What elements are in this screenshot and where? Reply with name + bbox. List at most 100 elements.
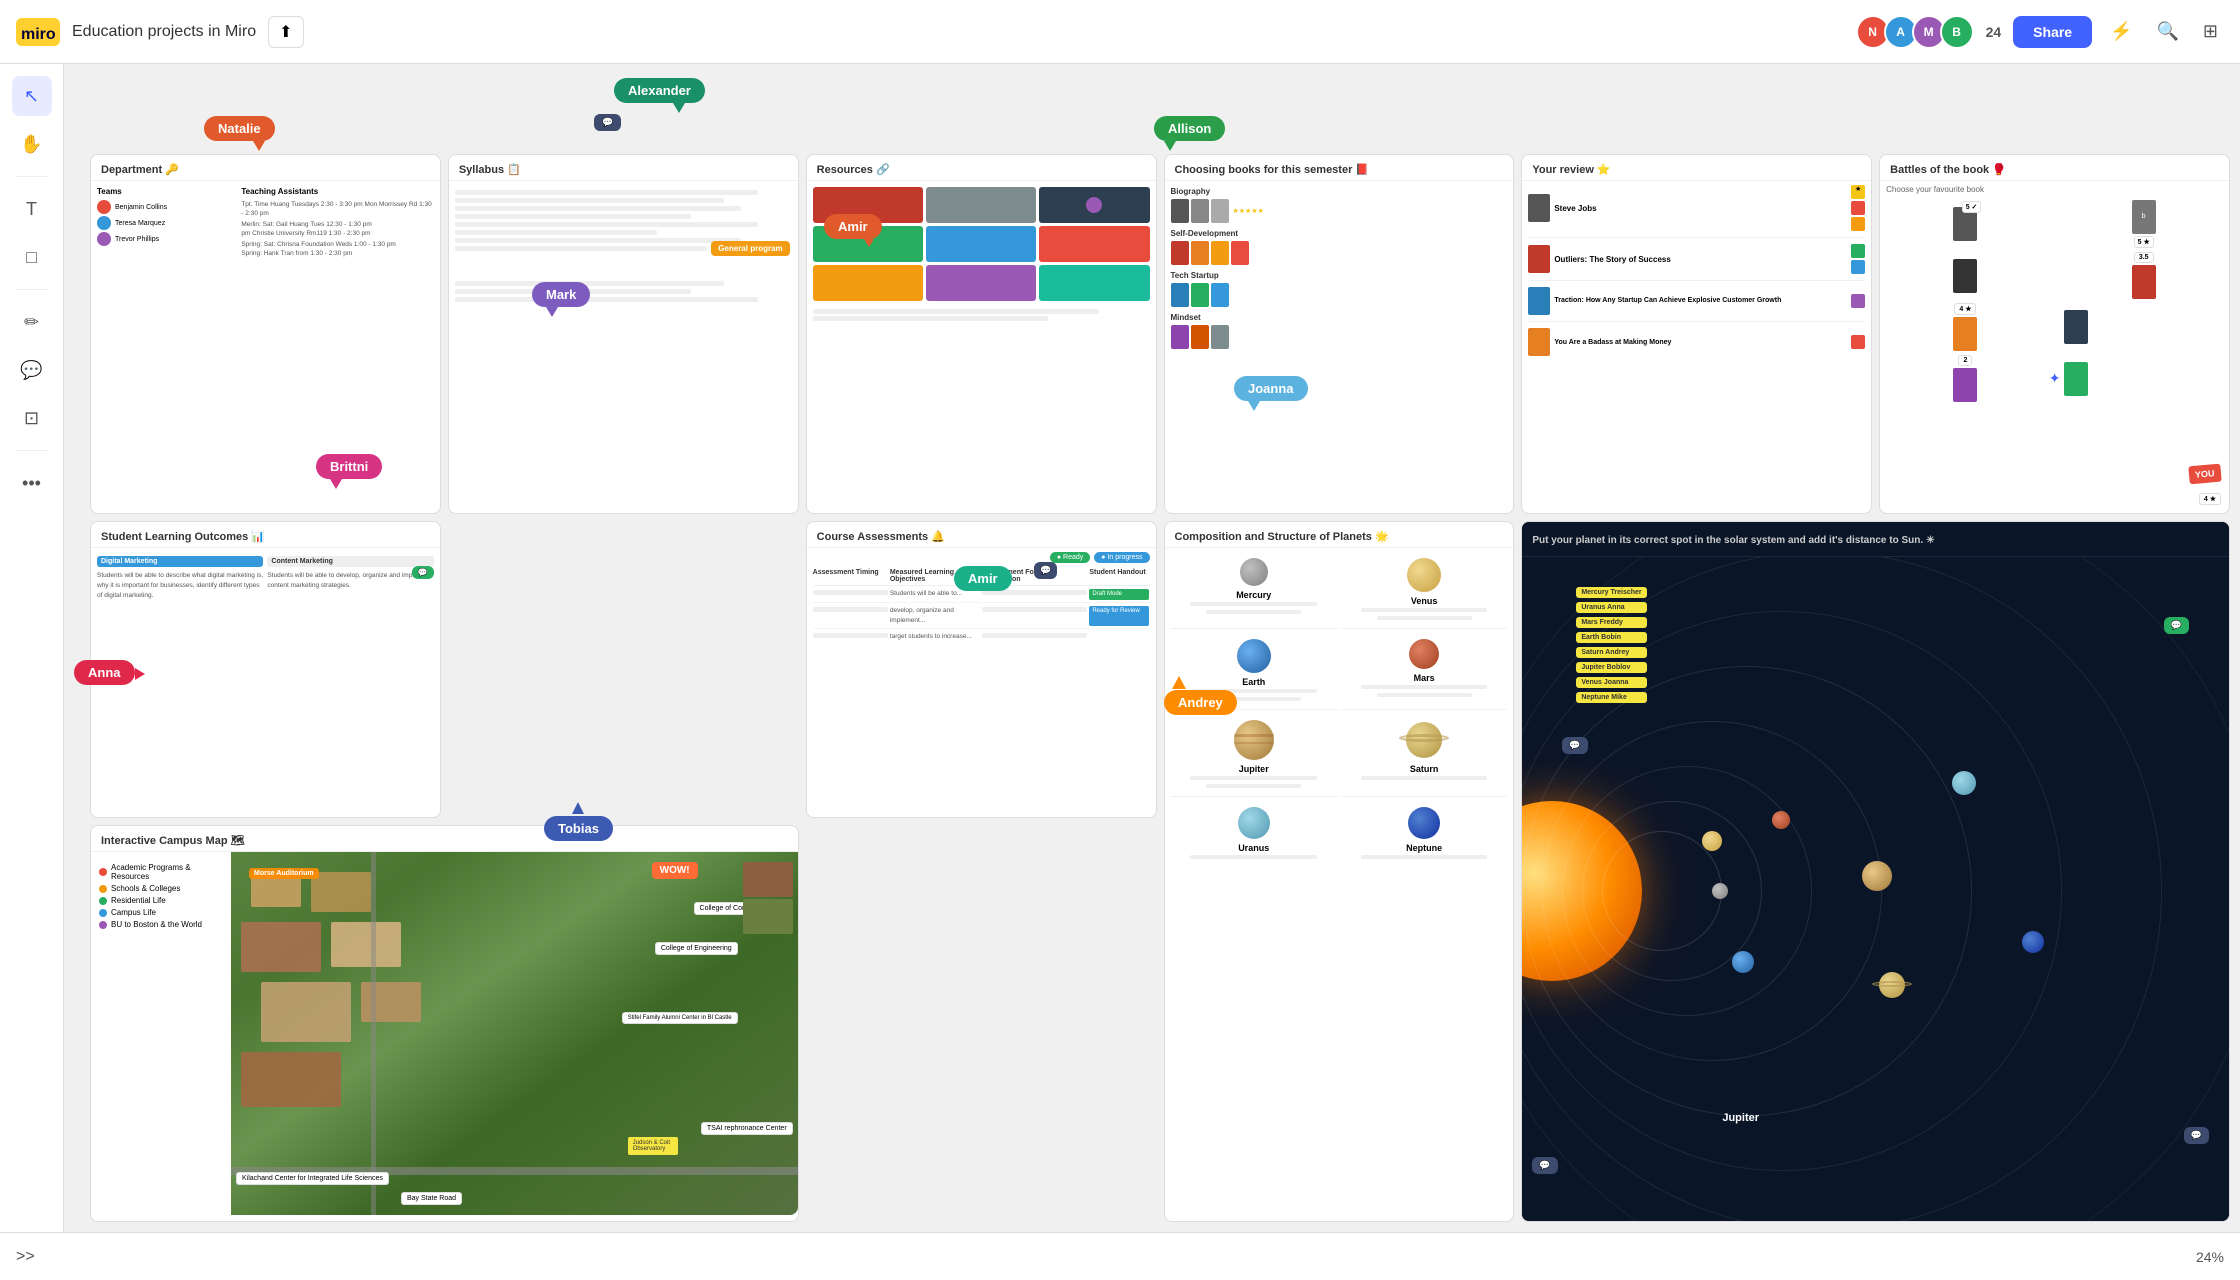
board-your-review[interactable]: Your review ⭐ Steve Jobs ★ <box>1521 154 1872 514</box>
filter-button[interactable]: ⚡ <box>2104 15 2138 48</box>
collapse-button[interactable]: >> <box>16 1248 35 1266</box>
upload-button[interactable]: ⬆ <box>268 16 303 48</box>
board-solar-system[interactable]: Put your planet in its correct spot in t… <box>1521 521 2230 1222</box>
project-title: Education projects in Miro <box>72 23 256 41</box>
board-choosing-books[interactable]: Choosing books for this semester 📕 Biogr… <box>1164 154 1515 514</box>
toolbar-separator-3 <box>16 450 48 451</box>
planet-mercury-solar <box>1712 883 1728 899</box>
resource-img-3 <box>1039 187 1149 223</box>
board-campus-map[interactable]: Interactive Campus Map 🗺 Academic Progra… <box>90 825 799 1222</box>
planet-mars-solar <box>1772 811 1790 829</box>
left-toolbar: ↖ ✋ T □ ✏ 💬 ⊡ ••• <box>0 64 64 1280</box>
bottom-bar: >> 24% <box>0 1232 2240 1280</box>
grid-button[interactable]: ⊞ <box>2197 15 2224 48</box>
resource-img-2 <box>926 187 1036 223</box>
label-kilachand: Kilachand Center for Integrated Life Sci… <box>236 1172 389 1185</box>
rating-4: 4 ★ <box>2199 493 2221 505</box>
battle-row-1-right: b 5 ★ <box>2064 200 2223 248</box>
battles-subtitle: Choose your favourite book <box>1886 185 2223 194</box>
svg-text:miro: miro <box>21 26 56 43</box>
review-badass: You Are a Badass at Making Money <box>1528 328 1865 356</box>
cursor-amir-solar: Amir 💬 <box>954 566 1012 591</box>
planet-neptune-solar <box>2022 931 2044 953</box>
thumb-1 <box>743 862 793 897</box>
thumb-2 <box>743 899 793 934</box>
zoom-level: 24% <box>2196 1249 2224 1265</box>
battle-row-4-right <box>2064 362 2223 396</box>
resource-img-5 <box>926 226 1036 262</box>
empty-col2-row2 <box>448 521 799 818</box>
empty-col3-row3 <box>806 825 1157 1222</box>
course-assessments-title: Course Assessments 🔔 <box>807 522 1156 548</box>
review-outliers: Outliers: The Story of Success <box>1528 244 1865 281</box>
planet-venus-solar <box>1702 831 1722 851</box>
miro-logo[interactable]: miro <box>16 18 60 46</box>
board-department[interactable]: Department 🔑 Teams Benjamin Collins Tere… <box>90 154 441 514</box>
campus-legend: Academic Programs & Resources Schools & … <box>91 852 231 1215</box>
syllabus-tag: General program <box>711 241 789 256</box>
planet-uranus: Uranus <box>1171 801 1337 867</box>
planet-saturn: Saturn <box>1341 714 1507 797</box>
comment-tool[interactable]: 💬 <box>12 350 52 390</box>
planet-jupiter-solar <box>1862 861 1892 891</box>
book-category-mindset: Mindset <box>1171 313 1508 349</box>
battle-row-3-left: 4 ★ <box>1886 303 2045 351</box>
topbar-left: miro Education projects in Miro ⬆ <box>16 16 304 48</box>
battle-row-1-left: 5 ✓ <box>1886 207 2045 241</box>
label-baystate: Bay State Road <box>401 1192 462 1205</box>
book-category-tech: Tech Startup <box>1171 271 1508 307</box>
jupiter-label: Jupiter <box>1722 1112 1759 1124</box>
planet-neptune: Neptune <box>1341 801 1507 867</box>
more-tools[interactable]: ••• <box>12 463 52 503</box>
yellow-sticky: Judson & Coit Observatory <box>628 1137 678 1155</box>
campus-map-title: Interactive Campus Map 🗺 <box>91 826 798 852</box>
planet-uranus-solar <box>1952 771 1976 795</box>
search-button[interactable]: 🔍 <box>2150 15 2184 48</box>
comment-amir-solar: 💬 <box>1034 562 1057 579</box>
share-button[interactable]: Share <box>2013 16 2092 48</box>
planet-labels-top: Mercury Treischer Uranus Anna Mars Fredd… <box>1576 587 1646 703</box>
planet-earth-solar <box>1732 951 1754 973</box>
cursor-allison: Allison <box>1154 116 1225 141</box>
you-sticker: YOU <box>2189 464 2222 485</box>
planet-mars: Mars <box>1341 633 1507 710</box>
cursor-alexander: Alexander 💬 <box>614 78 705 103</box>
battle-row-2-right: 3.5 <box>2064 252 2223 299</box>
planet-mercury: Mercury <box>1171 552 1337 629</box>
battle-row-3-right <box>2064 310 2223 344</box>
cursor-anna: Anna <box>74 660 135 685</box>
board-battles[interactable]: Battles of the book 🥊 Choose your favour… <box>1879 154 2230 514</box>
text-tool[interactable]: T <box>12 189 52 229</box>
board-planets[interactable]: Composition and Structure of Planets 🌟 M… <box>1164 521 1515 1222</box>
planets-title: Composition and Structure of Planets 🌟 <box>1165 522 1514 548</box>
solar-comment-1: 💬 <box>1562 737 1587 754</box>
book-category-biography: Biography ★★★★★ <box>1171 187 1508 223</box>
sticky-tool[interactable]: □ <box>12 237 52 277</box>
hand-tool[interactable]: ✋ <box>12 124 52 164</box>
label-tsai: TSAI rephronance Center <box>701 1122 793 1135</box>
planet-venus: Venus <box>1341 552 1507 629</box>
cursor-tobias: Tobias <box>544 816 613 841</box>
resource-img-8 <box>926 265 1036 301</box>
teaching-header: Teaching Assistants <box>241 187 434 196</box>
board-syllabus[interactable]: Syllabus 📋 General program <box>448 154 799 514</box>
cursor-natalie: Natalie <box>204 116 275 141</box>
battles-title: Battles of the book 🥊 <box>1880 155 2229 181</box>
member-3: Trevor Phillips <box>97 232 225 246</box>
wow-sticky: WOW! <box>652 862 698 879</box>
frame-tool[interactable]: ⊡ <box>12 398 52 438</box>
select-tool[interactable]: ↖ <box>12 76 52 116</box>
member-1: Benjamin Collins <box>97 200 225 214</box>
syllabus-title: Syllabus 📋 <box>449 155 798 181</box>
resource-img-9 <box>1039 265 1149 301</box>
topbar-right: N A M B 24 Share ⚡ 🔍 ⊞ <box>1856 15 2224 49</box>
toolbar-separator-2 <box>16 289 48 290</box>
board-resources[interactable]: Resources 🔗 <box>806 154 1157 514</box>
outcome-comment: 💬 <box>412 566 434 579</box>
canvas: Natalie Alexander 💬 Allison Mark Amir Br… <box>64 64 2240 1232</box>
topbar: miro Education projects in Miro ⬆ N A M … <box>0 0 2240 64</box>
comment-bubble-alexander: 💬 <box>594 114 621 131</box>
resource-img-7 <box>813 265 923 301</box>
pen-tool[interactable]: ✏ <box>12 302 52 342</box>
member-2: Teresa Marquez <box>97 216 225 230</box>
